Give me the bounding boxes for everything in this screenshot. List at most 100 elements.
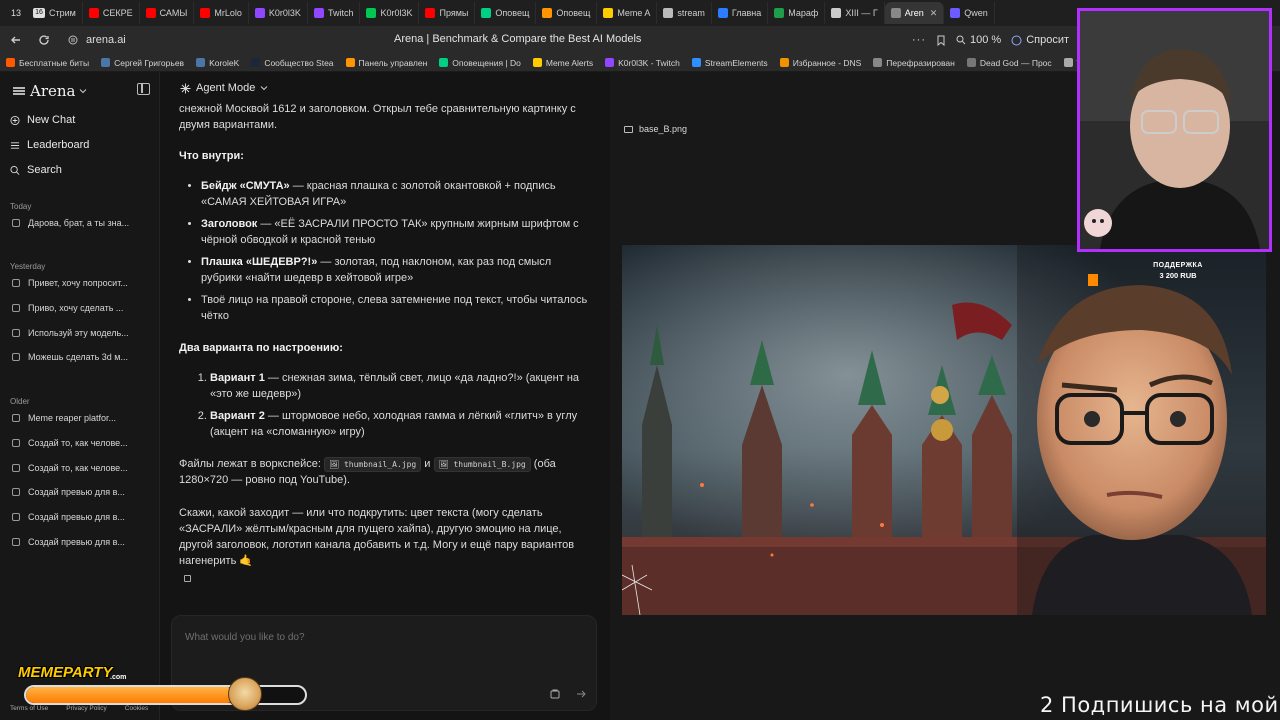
browser-tab[interactable]: Twitch — [308, 2, 361, 24]
chat-bubble-icon — [12, 328, 20, 337]
page-title: Arena | Benchmark & Compare the Best AI … — [394, 33, 642, 45]
tab-label: K0r0l3K — [268, 8, 301, 18]
inside-bullet: Твоё лицо на правой стороне, слева затем… — [201, 292, 589, 324]
history-item[interactable]: Создай то, как челове... — [12, 463, 152, 473]
thumbnail-image — [622, 245, 1266, 615]
bookmark-item[interactable]: Сергей Григорьев — [95, 58, 190, 68]
file-b-name: thumbnail_B.jpg — [453, 460, 526, 469]
bookmark-icon[interactable] — [936, 35, 946, 46]
history-section-label: Older — [10, 397, 30, 406]
new-chat-button[interactable]: New Chat — [10, 114, 75, 126]
tab-count[interactable]: 13 — [5, 4, 27, 22]
tab-favicon-icon — [542, 8, 553, 18]
close-tab-icon[interactable]: ✕ — [930, 8, 938, 19]
attach-icon[interactable] — [550, 689, 560, 702]
history-item[interactable]: Привет, хочу попросит... — [12, 278, 152, 288]
search-icon — [10, 165, 20, 175]
chat-bubble-icon — [12, 488, 20, 497]
agent-mode-selector[interactable]: Agent Mode — [180, 82, 268, 94]
history-item[interactable]: Дарова, брат, а ты зна... — [12, 218, 152, 228]
history-item[interactable]: Создай превью для в... — [12, 537, 152, 547]
history-item-label: Приво, хочу сделать ... — [28, 302, 124, 313]
kremlin-storm-illustration — [622, 245, 1266, 615]
more-dots-icon[interactable]: ··· — [912, 34, 926, 46]
tab-label: СЕКРЕ — [102, 8, 133, 18]
history-item-label: Создай то, как челове... — [28, 437, 128, 448]
inside-heading-text: Что внутри: — [179, 150, 244, 162]
browser-tab[interactable]: Прямы — [419, 2, 476, 24]
address-bar-actions: ··· 100 % Спросит — [912, 29, 1069, 51]
files-and: и — [421, 458, 434, 470]
browser-tab[interactable]: Qwen — [944, 2, 995, 24]
history-item-label: Создай то, как челове... — [28, 462, 128, 473]
history-item-label: Создай превью для в... — [28, 537, 125, 547]
history-item[interactable]: Meme reaper platfor... — [12, 413, 152, 423]
send-button[interactable] — [572, 685, 590, 703]
browser-tab[interactable]: Aren ✕ — [884, 2, 945, 24]
back-button[interactable] — [2, 27, 30, 53]
browser-tab[interactable]: Meme A — [597, 2, 658, 24]
inside-bullet: Заголовок — «ЕЁ ЗАСРАЛИ ПРОСТО ТАК» круп… — [201, 216, 589, 248]
variant-item-text: — снежная зима, тёплый свет, лицо «да ла… — [210, 372, 580, 400]
tab-favicon-icon — [145, 8, 156, 18]
bookmark-label: KoroleK — [209, 57, 240, 68]
browser-tab[interactable]: СЕКРЕ — [83, 2, 140, 24]
chat-panel: Agent Mode снежной Москвой 1612 и заголо… — [160, 72, 610, 720]
browser-tab[interactable]: САМЫ — [140, 2, 195, 24]
bookmark-item[interactable]: Избранное - DNS — [774, 58, 868, 68]
history-item[interactable]: Создай превью для в... — [12, 487, 152, 497]
zoom-control[interactable]: 100 % — [956, 34, 1001, 46]
memeparty-domain: .com — [110, 674, 127, 681]
reload-button[interactable] — [30, 27, 58, 53]
site-info-icon[interactable] — [68, 35, 78, 45]
bookmark-item[interactable]: KoroleK — [190, 58, 245, 68]
browser-tab[interactable]: XIII — Г — [825, 2, 885, 24]
bookmark-label: Перефразирован — [886, 57, 955, 68]
ai-assistant-icon — [1011, 35, 1022, 45]
search-button[interactable]: Search — [10, 164, 62, 176]
leaderboard-button[interactable]: Leaderboard — [10, 139, 89, 151]
browser-tab[interactable]: Главна — [712, 2, 769, 24]
history-item[interactable]: Используй эту модель... — [12, 328, 152, 338]
bookmark-item[interactable]: Панель управлен — [340, 58, 434, 68]
bookmark-item[interactable]: Оповещения | Do — [433, 58, 527, 68]
bookmark-item[interactable]: StreamElements — [686, 58, 774, 68]
bookmark-item[interactable]: Перефразирован — [867, 58, 961, 68]
arena-logo[interactable]: Arena — [12, 82, 87, 100]
browser-tab[interactable]: MrLolo — [194, 2, 249, 24]
browser-tab[interactable]: stream — [657, 2, 712, 24]
history-item[interactable]: Можешь сделать 3d м... — [12, 352, 152, 362]
bookmark-item[interactable]: Dead God — Прос — [961, 58, 1058, 68]
variant-item-bold: Вариант 1 — [210, 372, 265, 384]
variant-item-text: — штормовое небо, холодная гамма и лёгки… — [210, 410, 578, 438]
history-item[interactable]: Создай то, как челове... — [12, 438, 152, 448]
tab-favicon-icon — [366, 8, 377, 18]
tab-label: Оповещ — [556, 8, 591, 18]
memeparty-widget: MEMEPARTY .com — [10, 664, 310, 716]
browser-tab[interactable]: Оповещ — [475, 2, 537, 24]
bookmark-item[interactable]: Бесплатные биты — [0, 58, 95, 68]
browser-tab[interactable]: K0r0l3K — [360, 2, 420, 24]
history-item-label: Создай превью для в... — [28, 487, 125, 498]
browser-tab[interactable]: Оповещ — [536, 2, 598, 24]
file-chip-a[interactable]: 🖼 thumbnail_A.jpg — [324, 457, 422, 472]
bookmark-item[interactable]: Meme Alerts — [527, 58, 599, 68]
browser-tab[interactable]: 16 Стрим — [27, 2, 83, 24]
history-item[interactable]: Создай превью для в... — [12, 512, 152, 522]
tab-favicon-icon — [254, 8, 265, 18]
browser-tab[interactable]: K0r0l3K — [249, 2, 308, 24]
bookmark-item[interactable]: K0r0l3K - Twitch — [599, 58, 686, 68]
browser-tab[interactable]: Мараф — [768, 2, 826, 24]
tab-label: Meme A — [617, 8, 651, 18]
arrow-left-icon — [11, 36, 20, 44]
memeparty-logo: MEMEPARTY — [18, 664, 113, 681]
inside-heading: Что внутри: — [179, 148, 589, 164]
bookmark-item[interactable]: Сообщество Stea — [245, 58, 339, 68]
file-chip-b[interactable]: 🖼 thumbnail_B.jpg — [433, 457, 531, 472]
ask-ai-button[interactable]: Спросит — [1011, 34, 1069, 46]
history-item[interactable]: Приво, хочу сделать ... — [12, 303, 152, 313]
chat-bubble-icon — [12, 219, 20, 227]
copy-icon[interactable] — [184, 575, 191, 582]
subscribe-ticker: 2 Подпишись на мой ТГ – — [1040, 693, 1280, 717]
collapse-sidebar-button[interactable] — [137, 83, 150, 95]
